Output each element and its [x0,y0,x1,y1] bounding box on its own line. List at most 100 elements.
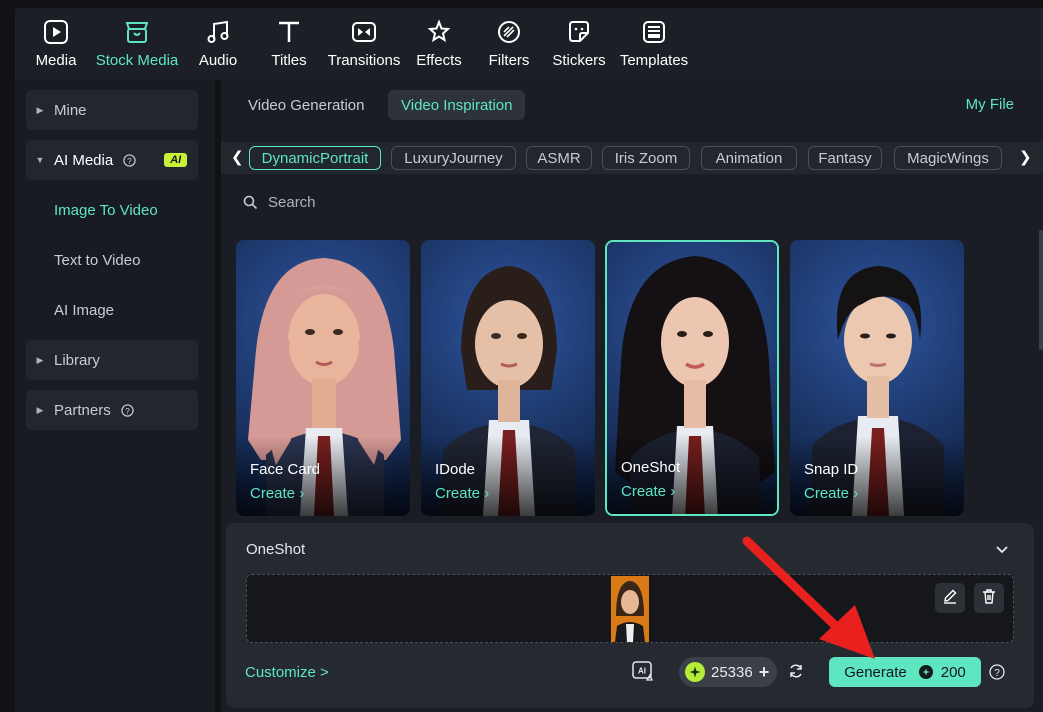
media-icon [42,18,70,46]
toolbar-transitions-label: Transitions [327,52,401,69]
sidebar-item-mine[interactable]: ▶ Mine [26,90,198,130]
sidebar-item-image-to-video[interactable]: Image To Video [26,190,198,230]
uploaded-image-thumbnail [611,576,649,642]
panel-title: OneShot [246,541,306,558]
search-input[interactable]: Search [243,194,316,211]
sidebar-item-ai-media-label: AI Media [54,151,114,169]
sidebar-item-text-to-video-label: Text to Video [54,251,141,269]
edit-button[interactable] [935,583,965,613]
template-card[interactable]: Face Card Create › [236,240,410,516]
my-file-link[interactable]: My File [966,96,1014,113]
sidebar-item-library[interactable]: ▶ Library [26,340,198,380]
generate-cost: 200 [940,663,966,681]
toolbar-stock-media-label: Stock Media [95,52,179,69]
card-create-link[interactable]: Create › [250,485,304,502]
sidebar-item-mine-label: Mine [54,101,87,119]
chip-asmr[interactable]: ASMR [526,146,592,170]
toolbar-templates[interactable]: Templates [619,8,689,80]
toolbar-filters[interactable]: Filters [479,8,539,80]
toolbar-titles-label: Titles [271,52,307,69]
svg-text:?: ? [127,155,132,165]
stock-media-icon [123,18,151,46]
toolbar-effects-label: Effects [416,52,462,69]
help-icon[interactable]: ? [121,403,134,417]
effects-icon [425,18,453,46]
toolbar-templates-label: Templates [619,52,689,69]
card-title: Snap ID [804,461,859,478]
sidebar-item-text-to-video[interactable]: Text to Video [26,240,198,280]
filters-icon [495,18,523,46]
tab-video-inspiration[interactable]: Video Inspiration [388,90,526,120]
chip-fantasy[interactable]: Fantasy [808,146,882,170]
toolbar-stock-media[interactable]: Stock Media [87,8,187,80]
sidebar-item-partners-label: Partners [54,401,111,419]
credit-coin-icon [685,662,705,682]
category-chip-row: ❮ DynamicPortrait LuxuryJourney ASMR Iri… [221,142,1043,174]
top-toolbar: Media Stock Media Audio Titles Transitio… [15,8,1043,80]
chip-dynamicportrait[interactable]: DynamicPortrait [249,146,381,170]
credit-coin-icon [918,665,933,679]
card-create-link[interactable]: Create › [435,485,489,502]
toolbar-filters-label: Filters [488,52,530,69]
tab-video-generation[interactable]: Video Generation [235,90,377,120]
ai-badge: AI [164,153,188,167]
toolbar-titles[interactable]: Titles [249,8,329,80]
toolbar-transitions[interactable]: Transitions [327,8,401,80]
templates-icon [640,18,668,46]
generation-panel: OneShot Customize > AI 25336 + Generate … [226,523,1034,708]
chevron-down-icon[interactable] [996,541,1008,559]
transitions-icon [350,18,378,46]
annotation-arrow-icon [742,536,875,659]
sidebar: ▶ Mine ▼ AI Media ? AI Image To Video Te… [15,80,215,712]
generate-label: Generate [844,663,907,681]
caret-down-icon: ▼ [35,155,45,165]
sidebar-item-ai-media[interactable]: ▼ AI Media ? AI [26,140,198,180]
toolbar-media-label: Media [35,52,77,69]
toolbar-audio-label: Audio [198,52,238,69]
refresh-icon[interactable] [788,663,804,684]
sidebar-item-ai-image-label: AI Image [54,301,115,319]
ai-enhance-icon[interactable]: AI [631,660,655,684]
template-card-selected[interactable]: OneShot Create › [605,240,779,516]
toolbar-audio[interactable]: Audio [187,8,249,80]
card-create-link[interactable]: Create › [804,485,858,502]
chip-animation[interactable]: Animation [701,146,797,170]
toolbar-effects[interactable]: Effects [399,8,479,80]
chip-iris-zoom[interactable]: Iris Zoom [602,146,690,170]
help-icon[interactable]: ? [989,664,1005,685]
audio-icon [204,18,232,46]
main-content: Video Generation Video Inspiration My Fi… [221,80,1043,712]
svg-text:?: ? [125,405,130,415]
toolbar-stickers-label: Stickers [552,52,606,69]
pencil-icon [942,588,958,609]
caret-right-icon: ▶ [36,404,44,415]
delete-button[interactable] [974,583,1004,613]
sidebar-item-library-label: Library [54,351,100,369]
sidebar-item-partners[interactable]: ▶ Partners ? [26,390,198,430]
search-placeholder: Search [268,194,316,211]
stickers-icon [565,18,593,46]
image-upload-area[interactable] [246,574,1014,643]
sidebar-item-ai-image[interactable]: AI Image [26,290,198,330]
chip-luxuryjourney[interactable]: LuxuryJourney [391,146,516,170]
titles-icon [275,18,303,46]
chip-magicwings[interactable]: MagicWings [894,146,1002,170]
template-card[interactable]: Snap ID Create › [790,240,964,516]
card-title: Face Card [250,461,321,478]
sidebar-item-image-to-video-label: Image To Video [54,201,158,219]
svg-text:?: ? [994,668,1000,679]
chevron-left-icon[interactable]: ❮ [231,148,244,166]
customize-link[interactable]: Customize > [245,664,329,681]
template-card[interactable]: IDode Create › [421,240,595,516]
card-create-link[interactable]: Create › [621,483,675,500]
svg-text:AI: AI [638,667,646,676]
toolbar-media[interactable]: Media [25,8,87,80]
search-icon [243,195,258,210]
credits-value: 25336 [711,663,753,681]
card-title: OneShot [621,459,681,476]
caret-right-icon: ▶ [36,104,44,115]
help-icon[interactable]: ? [123,153,136,167]
toolbar-stickers[interactable]: Stickers [539,8,619,80]
chevron-right-icon[interactable]: ❯ [1019,148,1032,166]
scrollbar[interactable] [1039,230,1043,350]
